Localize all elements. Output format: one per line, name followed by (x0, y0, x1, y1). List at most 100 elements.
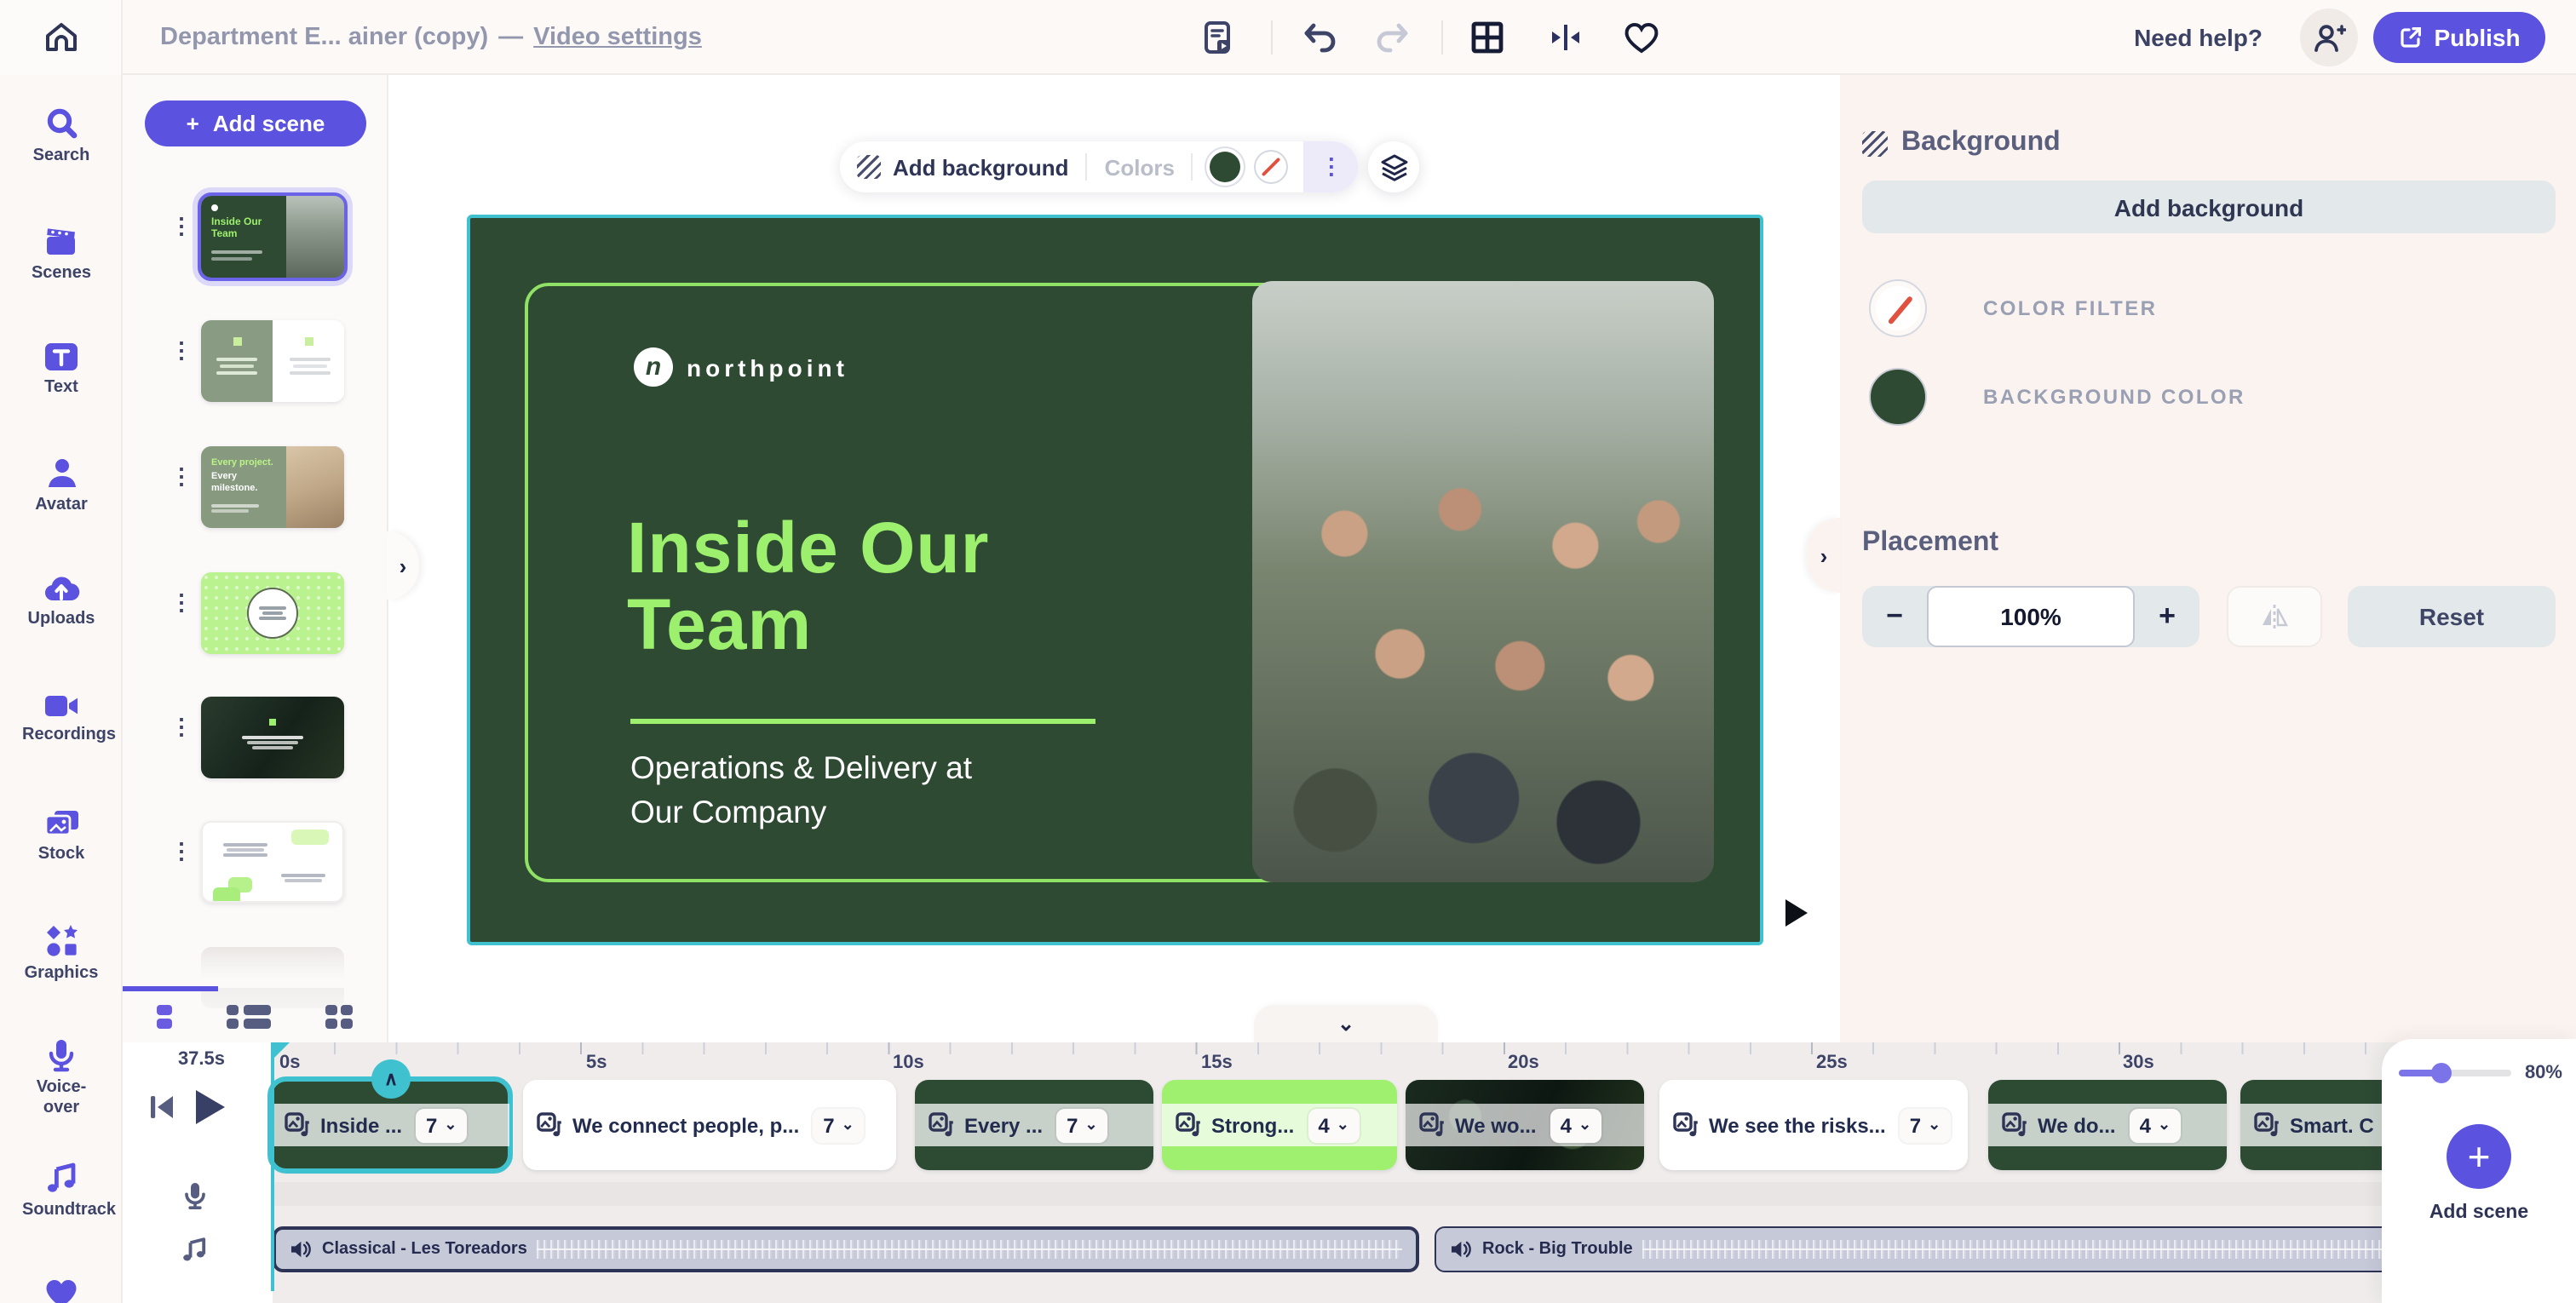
scale-increase-button[interactable]: + (2135, 586, 2199, 647)
scene-variant-dropdown[interactable]: 7⌄ (1900, 1108, 1951, 1142)
scale-decrease-button[interactable]: − (1862, 586, 1927, 647)
scene-menu-button[interactable]: ⋮ (170, 845, 184, 857)
redo-button[interactable] (1373, 19, 1411, 56)
scene-thumbnail-6[interactable] (201, 821, 344, 903)
ruler-label: 15s (1201, 1053, 1233, 1073)
timeline-ruler[interactable] (273, 1042, 2576, 1054)
toolbar-overflow-menu[interactable]: ⋮ (1304, 141, 1359, 192)
graphics-icon (43, 923, 79, 959)
preview-play-button[interactable] (1785, 899, 1808, 927)
publish-button[interactable]: Publish (2373, 12, 2545, 63)
view-toggle-list-active[interactable] (157, 1005, 172, 1030)
sidebar-item-uploads[interactable]: Uploads (0, 572, 123, 629)
redo-icon (1373, 20, 1411, 55)
sidebar-item-favorites[interactable] (0, 1277, 123, 1303)
reset-button[interactable]: Reset (2348, 586, 2556, 647)
add-scene-fab[interactable]: + (2447, 1124, 2511, 1189)
scene-variant-dropdown[interactable]: 7⌄ (813, 1108, 864, 1142)
scene-thumbnail-3[interactable]: Every project. Every milestone. (201, 446, 344, 528)
skip-to-start-button[interactable] (147, 1092, 177, 1122)
scene-menu-button[interactable]: ⋮ (170, 220, 184, 232)
scene-menu-button[interactable]: ⋮ (170, 596, 184, 608)
scene-thumbnail-2[interactable] (201, 320, 344, 402)
no-filter-swatch[interactable] (1256, 152, 1287, 182)
favorite-button[interactable] (1622, 19, 1659, 56)
timeline-block-6[interactable]: We see the risks... 7⌄ (1659, 1080, 1968, 1170)
zoom-level: 80% (2525, 1063, 2562, 1083)
sidebar-item-graphics[interactable]: Graphics (0, 923, 123, 984)
slide-title[interactable]: Inside Our Team (627, 511, 1121, 664)
add-background-button[interactable]: Add background (840, 141, 1086, 192)
scene-thumbnail-5[interactable] (201, 697, 344, 778)
sidebar-item-scenes[interactable]: Scenes (0, 225, 123, 284)
scene-menu-button[interactable]: ⋮ (170, 720, 184, 732)
timeline-block-3[interactable]: Every ... 7⌄ (915, 1080, 1153, 1170)
scene-variant-dropdown[interactable]: 4⌄ (1550, 1108, 1601, 1142)
view-toggle-grid[interactable] (325, 1005, 353, 1030)
background-color-swatch[interactable] (1210, 152, 1241, 182)
timeline-block-7[interactable]: We do... 4⌄ (1988, 1080, 2227, 1170)
add-background-button-panel[interactable]: Add background (1862, 181, 2556, 233)
invite-collaborator-button[interactable] (2300, 9, 2358, 66)
thumb-title: Every project. (211, 458, 279, 469)
thumb-art (290, 358, 331, 361)
voiceover-track[interactable] (273, 1182, 2576, 1206)
add-scene-button[interactable]: + Add scene (145, 100, 366, 146)
scene-menu-button[interactable]: ⋮ (170, 470, 184, 482)
script-view-button[interactable] (1199, 19, 1237, 56)
scene-variant-dropdown[interactable]: 4⌄ (2130, 1108, 2181, 1142)
view-toggle-detail[interactable] (227, 1005, 270, 1030)
sidebar-item-recordings[interactable]: Recordings (0, 692, 123, 745)
playhead[interactable] (271, 1042, 274, 1291)
scene-media-icon (2002, 1112, 2027, 1138)
flip-horizontal-button[interactable] (2227, 586, 2322, 647)
toolbar-divider (1441, 20, 1443, 55)
sidebar-item-voice-over[interactable]: Voice-over (0, 1037, 123, 1117)
left-sidebar: Search Scenes Text Avatar (0, 75, 123, 1303)
video-settings-link[interactable]: Video settings (533, 24, 702, 51)
ruler-label: 30s (2123, 1053, 2154, 1073)
audio-clip-1[interactable]: Classical - Les Toreadors (273, 1226, 1419, 1272)
sidebar-item-soundtrack[interactable]: Soundtrack (0, 1162, 123, 1220)
home-icon (42, 19, 79, 56)
sidebar-item-text[interactable]: Text (0, 341, 123, 398)
need-help-link[interactable]: Need help? (2134, 0, 2263, 75)
block-resize-handle[interactable]: ∧ (371, 1059, 411, 1099)
slide-logo[interactable]: n northpoint (634, 347, 848, 387)
scene-variant-dropdown[interactable]: 7⌄ (1056, 1108, 1107, 1142)
scale-value-input[interactable]: 100% (1927, 586, 2135, 647)
timeline-block-2[interactable]: We connect people, p... 7⌄ (523, 1080, 896, 1170)
layout-grid-button[interactable] (1469, 19, 1506, 56)
zoom-slider-knob[interactable] (2431, 1063, 2452, 1083)
sidebar-item-search[interactable]: Search (0, 106, 123, 166)
music-track-button[interactable] (177, 1233, 211, 1267)
team-photo[interactable] (1252, 281, 1714, 882)
scene-variant-dropdown[interactable]: 4⌄ (1308, 1108, 1359, 1142)
play-button[interactable] (191, 1087, 228, 1128)
slide-subtitle[interactable]: Operations & Delivery at Our Company (630, 746, 1014, 835)
sidebar-item-avatar[interactable]: Avatar (0, 456, 123, 515)
slide-canvas[interactable]: n northpoint Inside Our Team Operations … (467, 215, 1763, 945)
color-filter-swatch[interactable] (1869, 279, 1927, 337)
collapse-timeline-button[interactable]: ⌄ (1254, 1005, 1438, 1042)
sidebar-item-stock[interactable]: Stock (0, 807, 123, 864)
block-content: Inside ... 7⌄ (271, 1104, 509, 1146)
background-color-swatch[interactable] (1869, 368, 1927, 426)
timeline-block-4[interactable]: Strong... 4⌄ (1162, 1080, 1397, 1170)
thumb-art (211, 250, 262, 254)
scene-menu-button[interactable]: ⋮ (170, 344, 184, 356)
scene-thumbnail-1[interactable]: Inside Our Team (201, 196, 344, 278)
music-note-icon (44, 1162, 78, 1196)
home-button[interactable] (0, 0, 123, 75)
thumb-art (259, 606, 286, 609)
scene-variant-dropdown[interactable]: 7⌄ (416, 1108, 467, 1142)
block-content: Strong... 4⌄ (1162, 1104, 1397, 1146)
layers-button[interactable] (1368, 141, 1419, 192)
undo-button[interactable] (1302, 19, 1339, 56)
split-scene-button[interactable] (1547, 19, 1584, 56)
voice-track-mic-button[interactable] (177, 1179, 211, 1213)
zoom-slider[interactable] (2399, 1070, 2511, 1076)
colors-button[interactable]: Colors (1088, 141, 1192, 192)
scene-thumbnail-4[interactable] (201, 572, 344, 654)
timeline-block-5[interactable]: We wo... 4⌄ (1406, 1080, 1644, 1170)
